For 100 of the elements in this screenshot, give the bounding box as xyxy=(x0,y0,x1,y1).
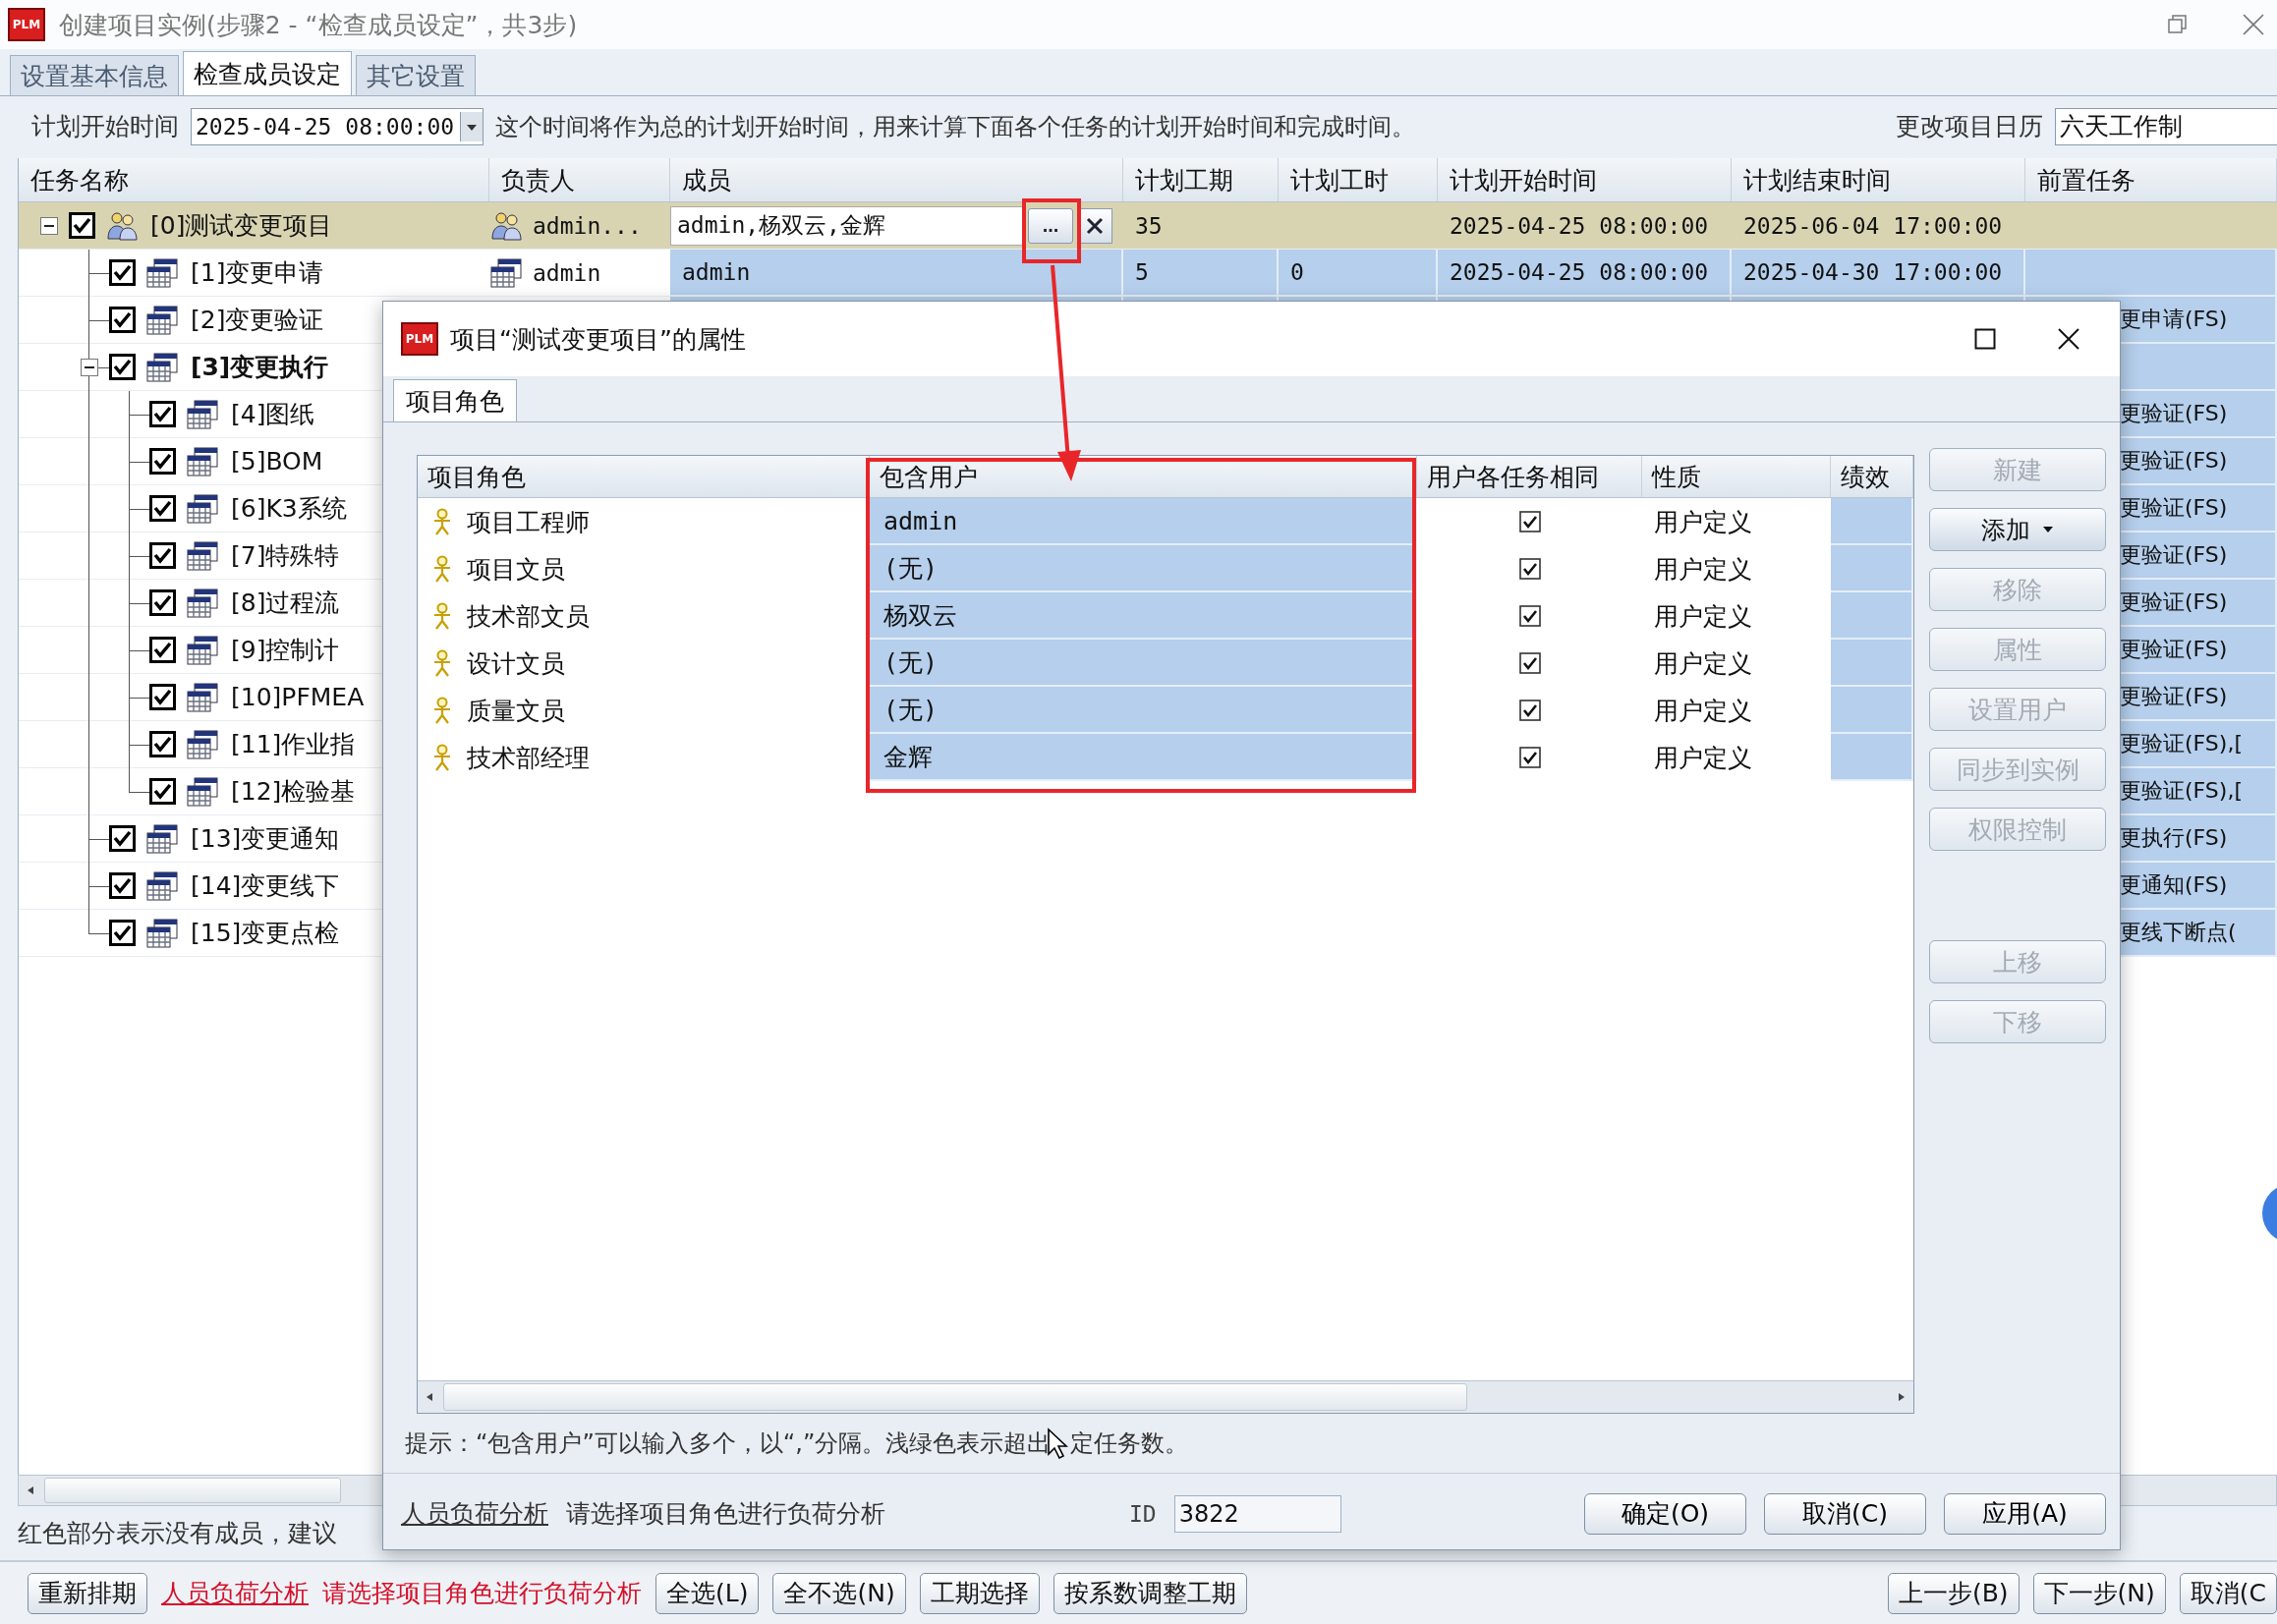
close-icon[interactable] xyxy=(2057,327,2080,351)
checkbox[interactable] xyxy=(1518,700,1541,721)
calendar-icon xyxy=(145,352,179,382)
checkbox[interactable] xyxy=(149,684,176,710)
calendar-icon xyxy=(186,588,219,618)
footer-button[interactable]: 按系数调整工期 xyxy=(1053,1572,1247,1614)
tab[interactable]: 检查成员设定 xyxy=(183,51,352,95)
column-header[interactable]: 计划结束时间 xyxy=(1732,158,2025,201)
hint-text: 定任务数。 xyxy=(1070,1428,1189,1459)
checkbox[interactable] xyxy=(109,825,136,852)
checkbox[interactable] xyxy=(109,259,136,286)
table-cell-text: 用户定义 xyxy=(1653,695,1753,727)
table-cell[interactable]: 金辉 xyxy=(870,734,1417,781)
dialog-button[interactable]: 取消(C) xyxy=(1764,1492,1926,1535)
hint-text: 这个时间将作为总的计划开始时间，用来计算下面各个任务的计划开始时间和完成时间。 xyxy=(495,111,1416,142)
column-header[interactable]: 成员 xyxy=(670,158,1123,201)
column-header[interactable]: 计划工期 xyxy=(1123,158,1279,201)
table-cell[interactable]: (无) xyxy=(870,640,1417,687)
calendar-dropdown[interactable]: 六天工作制 xyxy=(2055,107,2277,145)
hint-text: 红色部分表示没有成员，建议 xyxy=(18,1518,337,1549)
highlight-overlay xyxy=(1022,198,1081,263)
footer-button[interactable]: 全不选(N) xyxy=(772,1572,906,1614)
calendar-icon xyxy=(145,918,179,948)
table-cell[interactable]: 杨双云 xyxy=(870,592,1417,640)
mouse-pointer-icon xyxy=(1047,1428,1069,1459)
column-header[interactable]: 绩效 xyxy=(1831,456,1913,497)
start-time-dropdown[interactable]: 2025-04-25 08:00:00 xyxy=(191,107,484,145)
table-row[interactable]: [0]测试变更项目 admin... admin,杨双云,金辉 ... 35 2025-04-25 08:00:00 2025-06-04 17:00:00 xyxy=(19,202,2277,250)
checkbox[interactable] xyxy=(149,542,176,569)
checkbox[interactable] xyxy=(109,354,136,380)
owner-name: admin... xyxy=(533,212,642,239)
person-icon xyxy=(431,649,453,677)
checkbox[interactable] xyxy=(109,872,136,899)
footer-button[interactable]: 上一步(B) xyxy=(1887,1572,2020,1614)
footer-button[interactable]: 取消(C xyxy=(2179,1572,2277,1614)
checkbox[interactable] xyxy=(1518,605,1541,627)
footer-button[interactable]: 工期选择 xyxy=(919,1572,1040,1614)
member-field[interactable]: admin,杨双云,金辉 xyxy=(670,205,1024,246)
checkbox[interactable] xyxy=(149,401,176,427)
column-header[interactable]: 前置任务 xyxy=(2025,158,2277,201)
checkbox[interactable] xyxy=(1518,747,1541,768)
column-header[interactable]: 计划工时 xyxy=(1279,158,1438,201)
checkbox[interactable] xyxy=(109,920,136,946)
column-header[interactable]: 负责人 xyxy=(489,158,670,201)
collapse-icon[interactable] xyxy=(39,216,58,235)
table-row[interactable]: [1]变更申请 admin admin 5 0 2025-04-25 08:00:00 2025-04-30 17:00:00 xyxy=(19,250,2277,297)
column-header[interactable]: 任务名称 xyxy=(19,158,489,201)
checkbox[interactable] xyxy=(69,212,95,239)
task-name: [9]控制计 xyxy=(231,635,340,666)
role-name: 质量文员 xyxy=(467,695,565,727)
tab[interactable]: 项目角色 xyxy=(393,379,517,421)
tab[interactable]: 设置基本信息 xyxy=(10,55,179,95)
table-cell[interactable]: (无) xyxy=(870,545,1417,592)
checkbox[interactable] xyxy=(149,448,176,475)
task-name: [3]变更执行 xyxy=(191,352,329,383)
owner-name: admin xyxy=(533,259,601,286)
column-header[interactable]: 计划开始时间 xyxy=(1438,158,1732,201)
task-name: [10]PFMEA xyxy=(231,683,365,711)
action-button[interactable]: 添加 xyxy=(1929,508,2106,551)
task-name: [15]变更点检 xyxy=(191,918,340,949)
field-label: 计划开始时间 xyxy=(31,111,179,142)
person-icon xyxy=(431,697,453,724)
checkbox[interactable] xyxy=(149,731,176,757)
status-text: 请选择项目角色进行负荷分析 xyxy=(566,1498,885,1530)
task-name: [0]测试变更项目 xyxy=(150,210,333,242)
calendar-icon xyxy=(186,493,219,524)
checkbox[interactable] xyxy=(1518,652,1541,674)
checkbox[interactable] xyxy=(1518,511,1541,532)
checkbox[interactable] xyxy=(1518,558,1541,580)
collapse-icon[interactable] xyxy=(80,358,98,376)
dropdown-arrow-icon xyxy=(460,111,484,141)
scrollbar[interactable] xyxy=(418,1380,1913,1413)
footer-button[interactable]: 下一步(N) xyxy=(2032,1572,2166,1614)
checkbox[interactable] xyxy=(149,778,176,805)
column-header[interactable]: 用户各任务相同 xyxy=(1417,456,1642,497)
close-icon xyxy=(1086,216,1104,235)
footer-button[interactable]: 全选(L) xyxy=(655,1572,760,1614)
calendar-icon xyxy=(186,399,219,429)
column-header[interactable]: 性质 xyxy=(1642,456,1831,497)
id-field[interactable]: 3822 xyxy=(1173,1494,1341,1533)
dialog-button[interactable]: 应用(A) xyxy=(1944,1492,2106,1535)
table-cell[interactable]: (无) xyxy=(870,687,1417,734)
restore-icon[interactable] xyxy=(2167,14,2189,35)
browse-button[interactable]: ... xyxy=(1028,207,1073,244)
checkbox[interactable] xyxy=(149,495,176,522)
footer-button[interactable]: 重新排期 xyxy=(28,1572,147,1614)
hint-text: 提示：“包含用户”可以输入多个，以“,”分隔。浅绿色表示超出 xyxy=(405,1428,1052,1459)
checkbox[interactable] xyxy=(149,637,176,663)
load-analysis-link[interactable]: 人员负荷分析 xyxy=(401,1497,548,1530)
calendar-icon xyxy=(186,682,219,712)
dialog-button[interactable]: 确定(O) xyxy=(1584,1492,1746,1535)
tab[interactable]: 其它设置 xyxy=(356,55,476,95)
table-cell[interactable]: admin xyxy=(870,498,1417,545)
checkbox[interactable] xyxy=(109,307,136,333)
column-header[interactable]: 项目角色 xyxy=(418,456,870,497)
load-analysis-link[interactable]: 人员负荷分析 xyxy=(161,1577,309,1609)
checkbox[interactable] xyxy=(149,589,176,616)
task-name: [1]变更申请 xyxy=(191,257,324,289)
maximize-icon[interactable] xyxy=(1974,328,1996,350)
person-icon xyxy=(431,508,453,535)
